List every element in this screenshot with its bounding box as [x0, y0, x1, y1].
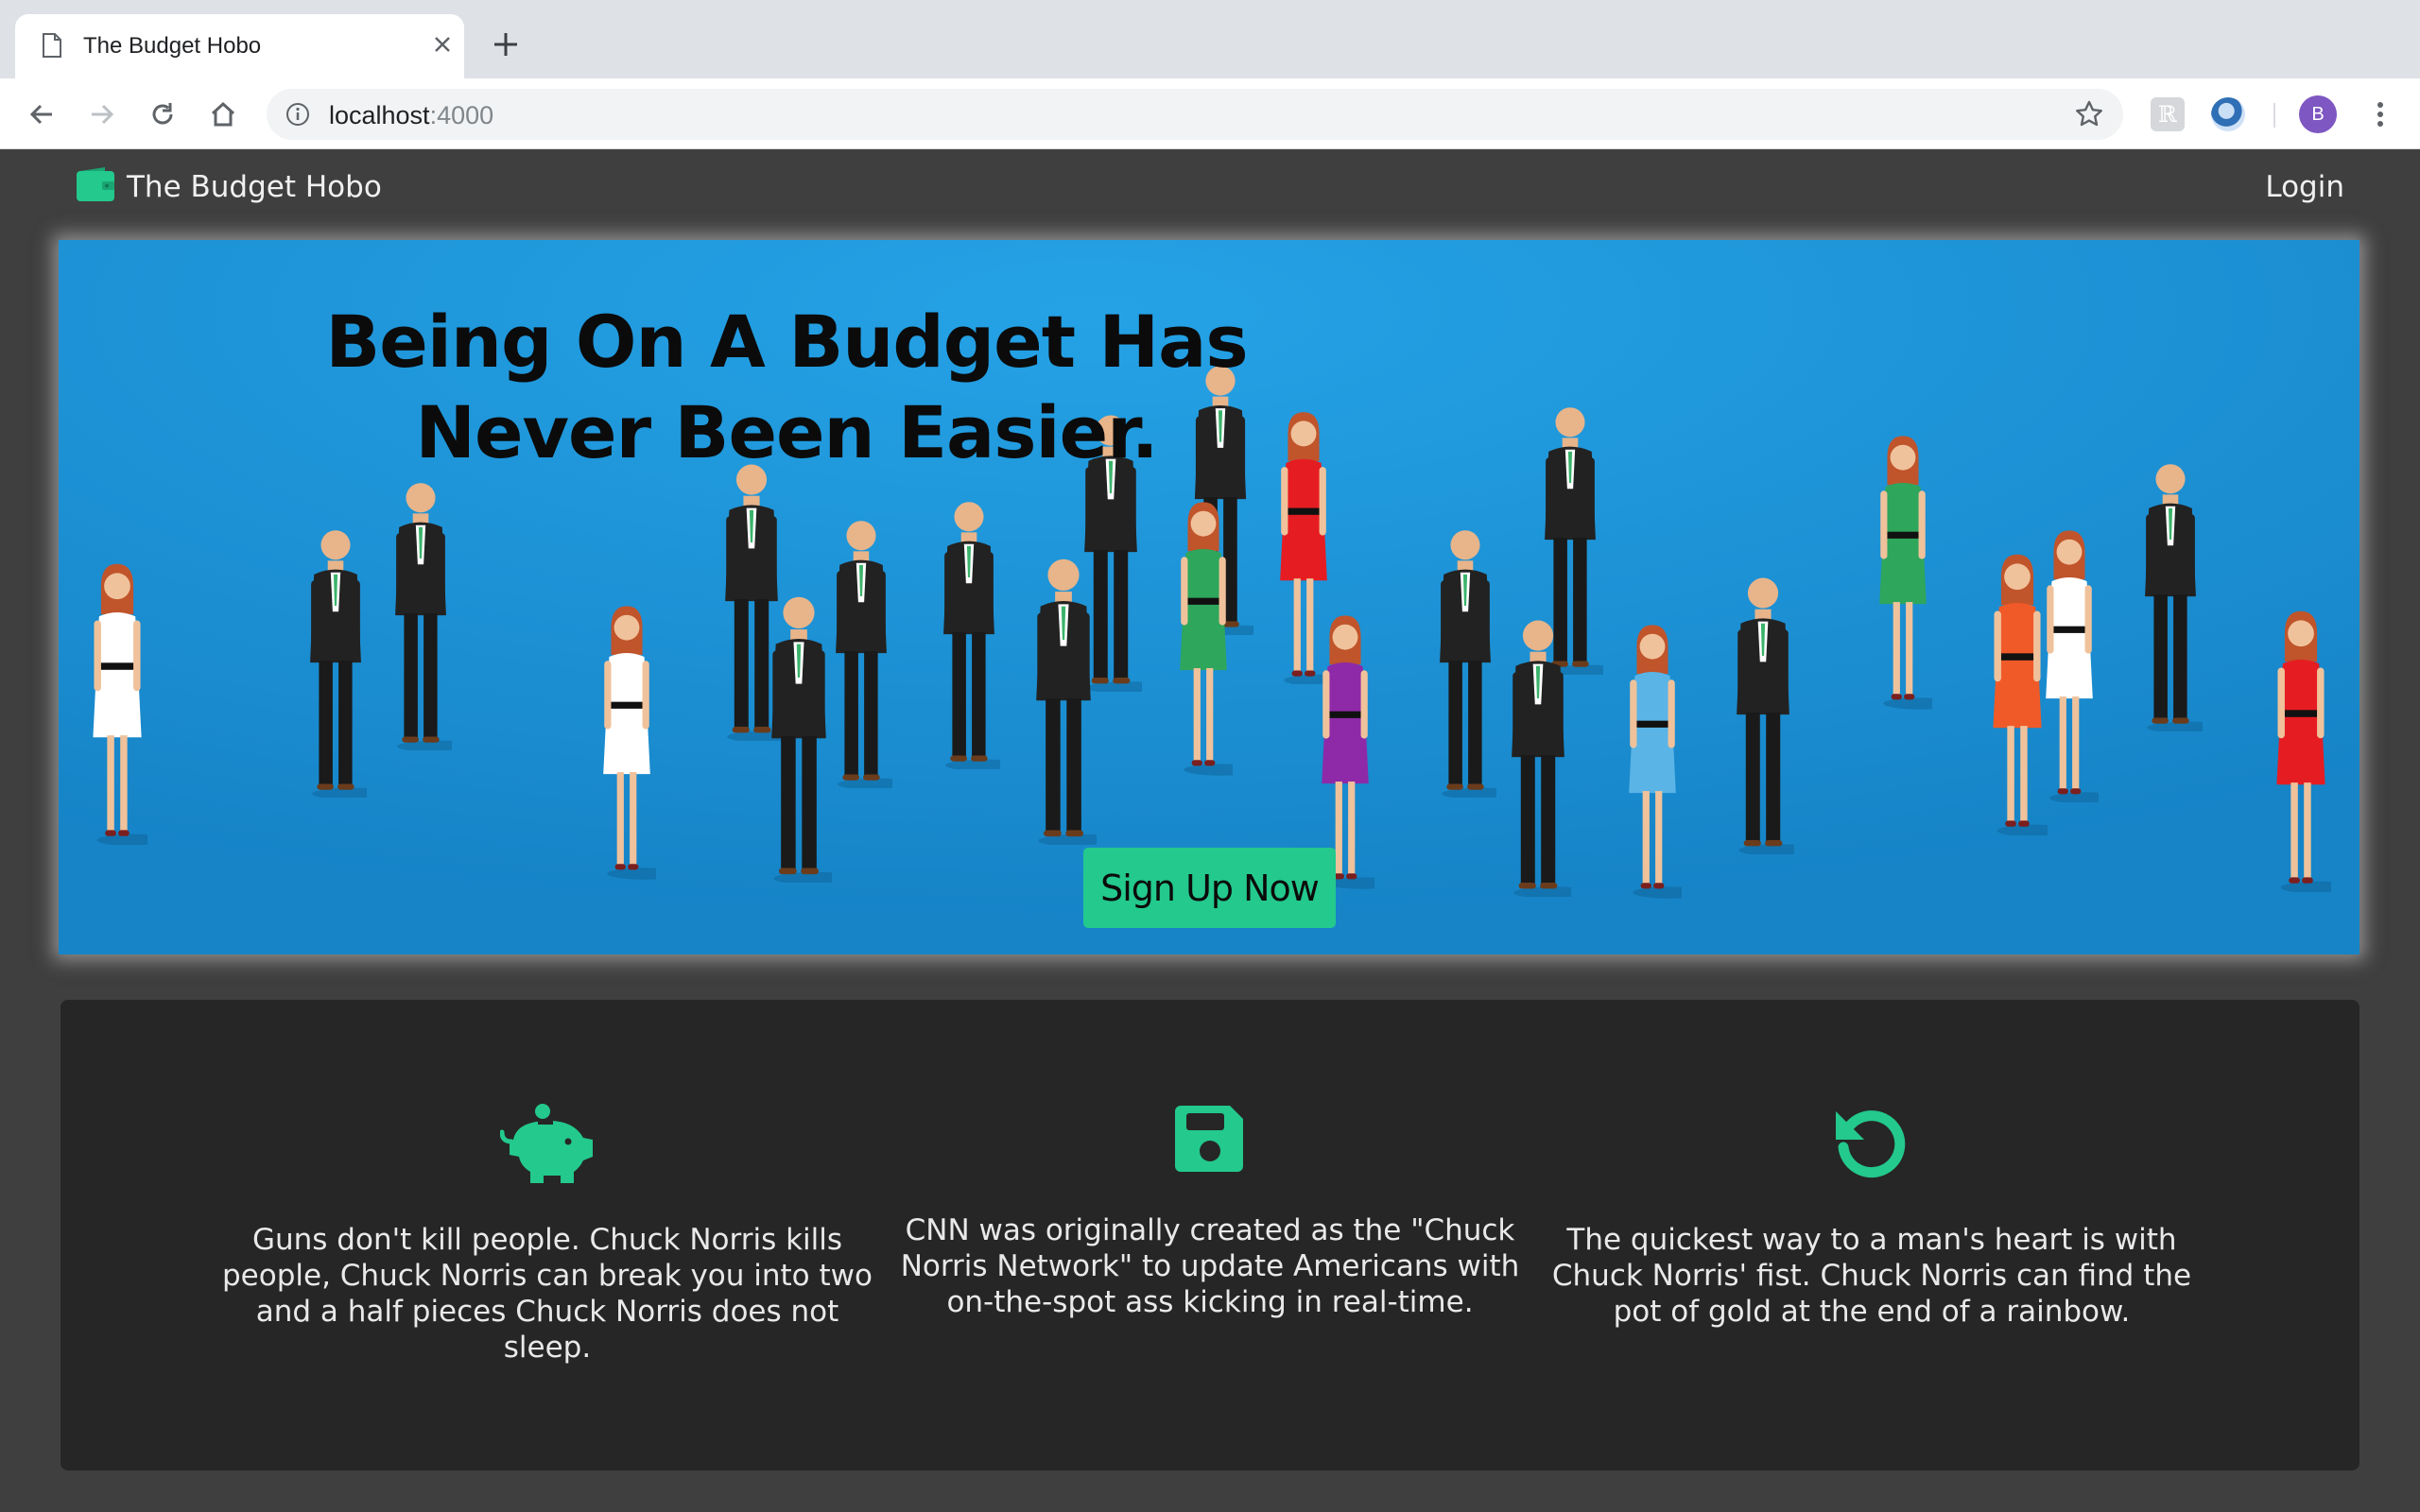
feature-text: CNN was originally created as the "Chuck… [900, 1213, 1520, 1319]
url-host: localhost [329, 101, 430, 129]
url-text[interactable]: localhost:4000 [329, 101, 493, 130]
toolbar-divider [2273, 103, 2275, 128]
feature-item: Guns don't kill people. Chuck Norris kil… [216, 1104, 878, 1366]
document-icon [42, 33, 62, 62]
tab-title: The Budget Hobo [83, 33, 262, 59]
feature-item: CNN was originally created as the "Chuck… [879, 1104, 1541, 1320]
address-bar[interactable]: localhost:4000 [267, 89, 2123, 140]
browser-tabstrip: The Budget Hobo [0, 0, 2420, 78]
feature-text: Guns don't kill people. Chuck Norris kil… [222, 1223, 873, 1365]
feature-item: The quickest way to a man's heart is wit… [1541, 1104, 2203, 1330]
new-tab-icon[interactable] [492, 30, 520, 63]
forward-icon[interactable] [83, 95, 121, 133]
feature-text: The quickest way to a man's heart is wit… [1551, 1223, 2192, 1329]
extension-globe-icon[interactable] [2211, 97, 2245, 131]
undo-icon [1832, 1104, 1911, 1188]
brand-title: The Budget Hobo [127, 169, 382, 204]
floppy-disk-icon [1175, 1104, 1245, 1178]
browser-toolbar: localhost:4000 ℝ B [0, 78, 2420, 149]
close-icon[interactable] [431, 33, 454, 60]
wallet-icon [76, 166, 115, 207]
url-port: :4000 [429, 101, 494, 129]
bookmark-star-icon[interactable] [2074, 99, 2104, 134]
hero-headline-line2: Never Been Easier. [415, 390, 1158, 474]
piggy-bank-icon [499, 1104, 595, 1188]
sign-up-button[interactable]: Sign Up Now [1083, 848, 1336, 928]
hero-banner: Being On A Budget Has Never Been Easier.… [59, 240, 2360, 954]
extension-icon[interactable]: ℝ [2151, 97, 2185, 131]
brand-link[interactable]: The Budget Hobo [76, 166, 382, 207]
browser-tab[interactable]: The Budget Hobo [15, 14, 464, 78]
login-link[interactable]: Login [2265, 170, 2344, 204]
site-navbar: The Budget Hobo Login [0, 149, 2420, 227]
menu-kebab-icon[interactable] [2363, 97, 2397, 136]
profile-avatar[interactable]: B [2299, 95, 2337, 133]
hero-headline: Being On A Budget Has Never Been Easier. [267, 297, 1306, 478]
back-icon[interactable] [23, 95, 60, 133]
info-icon[interactable] [285, 102, 310, 131]
hero-headline-line1: Being On A Budget Has [325, 300, 1248, 384]
features-panel: Guns don't kill people. Chuck Norris kil… [60, 1000, 2360, 1470]
reload-icon[interactable] [144, 95, 182, 133]
home-icon[interactable] [204, 95, 242, 133]
